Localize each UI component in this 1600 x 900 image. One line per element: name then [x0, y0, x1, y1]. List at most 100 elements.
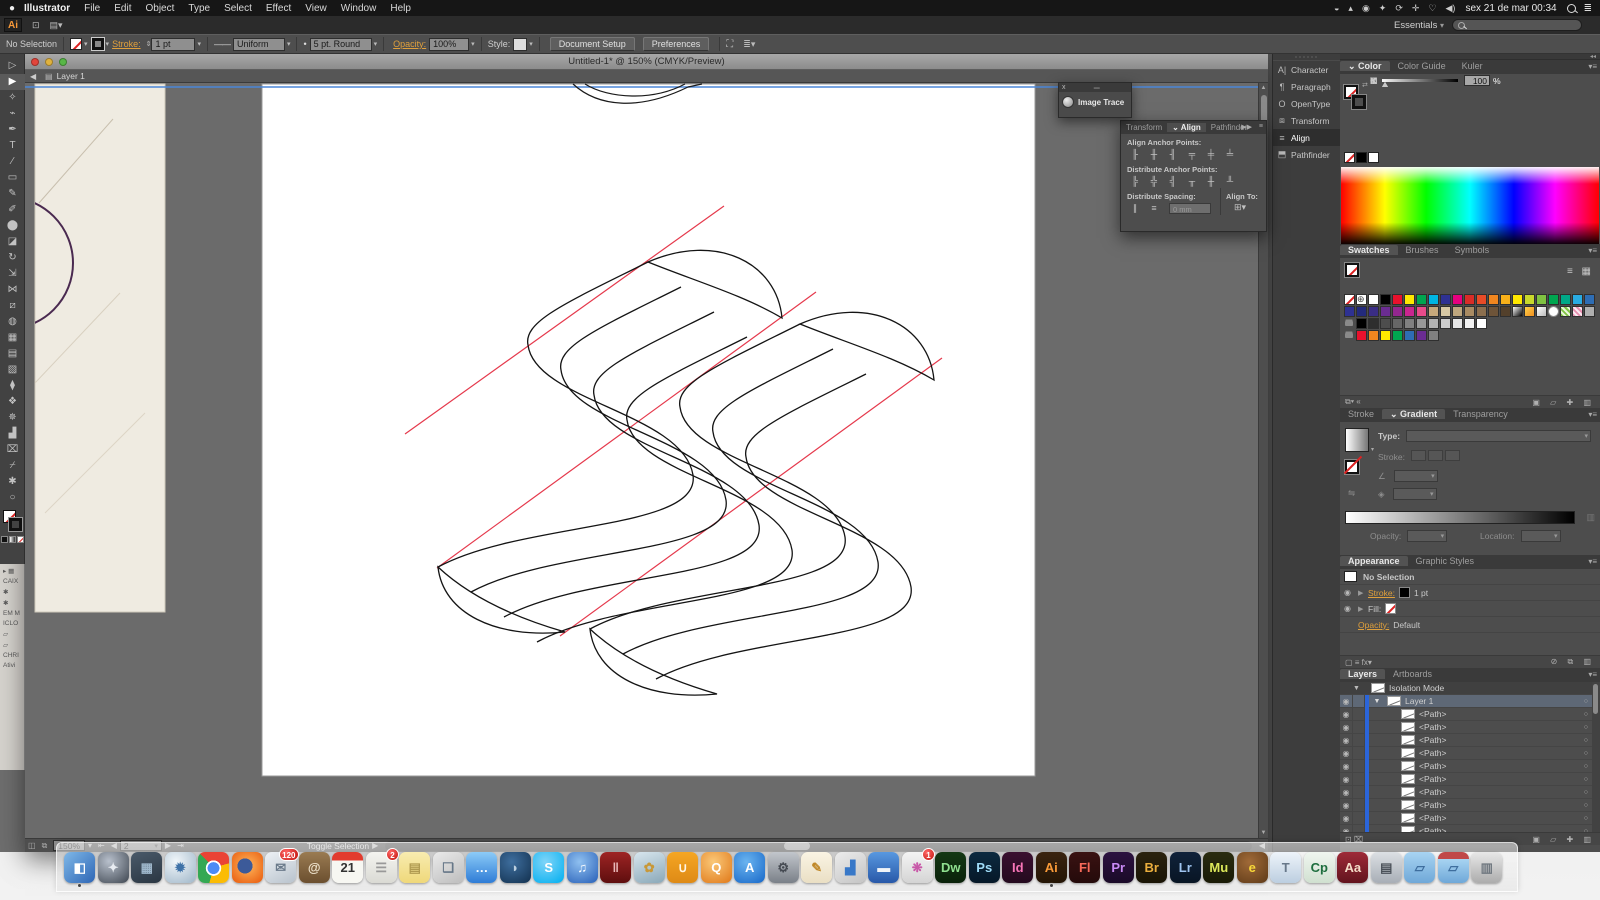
visibility-eye-icon[interactable]: ◉	[1340, 786, 1353, 799]
swatch[interactable]	[1452, 294, 1463, 305]
lock-cell[interactable]	[1353, 799, 1365, 812]
swatch[interactable]	[1452, 306, 1463, 317]
path-thumbnail[interactable]	[1401, 761, 1415, 771]
distribute-button[interactable]: ╬	[1146, 175, 1162, 188]
app-icon[interactable]: A	[734, 852, 765, 883]
variable-width-profile[interactable]: Uniform	[233, 38, 285, 51]
chevron-down-icon[interactable]: ▾	[374, 40, 378, 48]
panel-menu-icon[interactable]: ≡	[1259, 123, 1263, 130]
dock-app-icon[interactable]: Ps	[968, 852, 1002, 887]
tool-button[interactable]: ✱	[0, 474, 25, 490]
dock-app-icon[interactable]: ✉ 120	[264, 852, 298, 887]
style-swatch[interactable]	[513, 38, 527, 51]
dock-app-icon[interactable]: A	[733, 852, 767, 887]
path-row[interactable]: ◉ <Path> ○	[1340, 721, 1600, 734]
menubar-clock[interactable]: sex 21 de mar 00:34	[1465, 3, 1556, 14]
black-swatch[interactable]	[1356, 152, 1367, 163]
path-row[interactable]: ◉ <Path> ○	[1340, 708, 1600, 721]
menu-item[interactable]: Edit	[114, 3, 131, 14]
lock-cell[interactable]	[1353, 734, 1365, 747]
dock-app-icon[interactable]: T	[1269, 852, 1303, 887]
dock-app-icon[interactable]: ✹	[164, 852, 198, 887]
dock-app-icon[interactable]: @	[298, 852, 332, 887]
swatch[interactable]	[1344, 318, 1355, 329]
target-circle-icon[interactable]: ○	[1584, 711, 1588, 718]
app-icon[interactable]: ‖	[600, 852, 631, 883]
menubar-status-icon[interactable]: ✛	[1412, 3, 1420, 14]
layers-scrollbar[interactable]	[1592, 682, 1600, 832]
path-label[interactable]: <Path>	[1419, 722, 1446, 732]
path-thumbnail[interactable]	[1401, 774, 1415, 784]
swatch[interactable]	[1416, 294, 1427, 305]
app-icon[interactable]: ▱	[1438, 852, 1469, 883]
appearance-stroke-row[interactable]: ◉ ▶ Stroke: 1 pt	[1340, 585, 1600, 601]
tool-button[interactable]: ⧄	[0, 298, 25, 314]
tool-button[interactable]: T	[0, 138, 25, 154]
disclosure-triangle-icon[interactable]: ▶	[1358, 605, 1368, 613]
swatch[interactable]	[1464, 318, 1475, 329]
app-icon[interactable]: ▤	[399, 852, 430, 883]
swatch[interactable]	[1548, 306, 1559, 317]
app-icon[interactable]: @	[299, 852, 330, 883]
swatch[interactable]	[1344, 330, 1355, 341]
app-icon[interactable]: ▬	[868, 852, 899, 883]
path-row[interactable]: ◉ <Path> ○	[1340, 734, 1600, 747]
dock-app-icon[interactable]: ◗	[499, 852, 533, 887]
spacing-value-field[interactable]: 0 mm	[1169, 203, 1211, 214]
path-label[interactable]: <Path>	[1419, 813, 1446, 823]
swatch[interactable]	[1584, 294, 1595, 305]
swatch[interactable]	[1488, 294, 1499, 305]
align-button[interactable]: ╫	[1146, 148, 1162, 161]
path-thumbnail[interactable]	[1401, 735, 1415, 745]
tool-button[interactable]: ✒	[0, 122, 25, 138]
disclosure-triangle-icon[interactable]: ▼	[1353, 685, 1367, 692]
swatch[interactable]	[1404, 306, 1415, 317]
menu-item[interactable]: File	[84, 3, 100, 14]
opacity-link[interactable]: Opacity:	[1358, 620, 1389, 630]
swatch[interactable]	[1584, 306, 1595, 317]
app-icon[interactable]: Dw	[935, 852, 966, 883]
back-arrow-icon[interactable]: ◀	[30, 72, 41, 81]
app-icon[interactable]: Q	[701, 852, 732, 883]
target-circle-icon[interactable]: ○	[1584, 737, 1588, 744]
menubar-status-icon[interactable]: ◒	[1334, 3, 1339, 13]
disclosure-triangle-icon[interactable]: ▶	[1358, 589, 1368, 597]
tool-button[interactable]: ▭	[0, 170, 25, 186]
app-icon[interactable]: ♫	[567, 852, 598, 883]
app-icon[interactable]: ∪	[667, 852, 698, 883]
lock-cell[interactable]	[1353, 747, 1365, 760]
none-swatch[interactable]	[1344, 152, 1355, 163]
swatch[interactable]	[1416, 330, 1427, 341]
target-circle-icon[interactable]: ○	[1584, 789, 1588, 796]
app-icon[interactable]: T	[1270, 852, 1301, 883]
swatch[interactable]	[1428, 294, 1439, 305]
apple-menu-icon[interactable]: ●	[0, 3, 24, 14]
disclosure-triangle-icon[interactable]: ▼	[1371, 698, 1383, 705]
dock-app-icon[interactable]: S	[532, 852, 566, 887]
target-circle-icon[interactable]: ○	[1584, 698, 1588, 705]
target-circle-icon[interactable]: ○	[1584, 750, 1588, 757]
target-circle-icon[interactable]: ○	[1584, 763, 1588, 770]
document-setup-button[interactable]: Document Setup	[550, 37, 635, 51]
tool-button[interactable]: ⌿	[0, 458, 25, 474]
swatch[interactable]	[1440, 306, 1451, 317]
panel-menu-icon[interactable]: ▾≡	[1588, 246, 1597, 255]
panel-tab[interactable]: Kuler	[1454, 61, 1491, 71]
app-icon[interactable]: ❏	[433, 852, 464, 883]
opacity-field[interactable]: 100%	[429, 38, 469, 51]
menubar-status-icon[interactable]: ⟳	[1395, 3, 1403, 14]
distribute-button[interactable]: ╫	[1203, 175, 1219, 188]
color-mode-button[interactable]	[1, 536, 8, 543]
gradient-angle-field[interactable]	[1394, 470, 1438, 482]
stroke-swatch[interactable]	[92, 38, 104, 50]
panel-tab[interactable]: Graphic Styles	[1408, 556, 1483, 566]
tool-button[interactable]: ✧	[0, 90, 25, 106]
path-label[interactable]: <Path>	[1419, 787, 1446, 797]
lock-cell[interactable]	[1353, 825, 1365, 833]
swatch[interactable]	[1428, 306, 1439, 317]
path-row[interactable]: ◉ <Path> ○	[1340, 812, 1600, 825]
panel-dock-button[interactable]: O OpenType	[1273, 95, 1340, 112]
dock-app-icon[interactable]: ▥	[1470, 852, 1504, 887]
tool-button[interactable]: ◍	[0, 314, 25, 330]
options-icon[interactable]: ≣▾	[743, 39, 755, 50]
